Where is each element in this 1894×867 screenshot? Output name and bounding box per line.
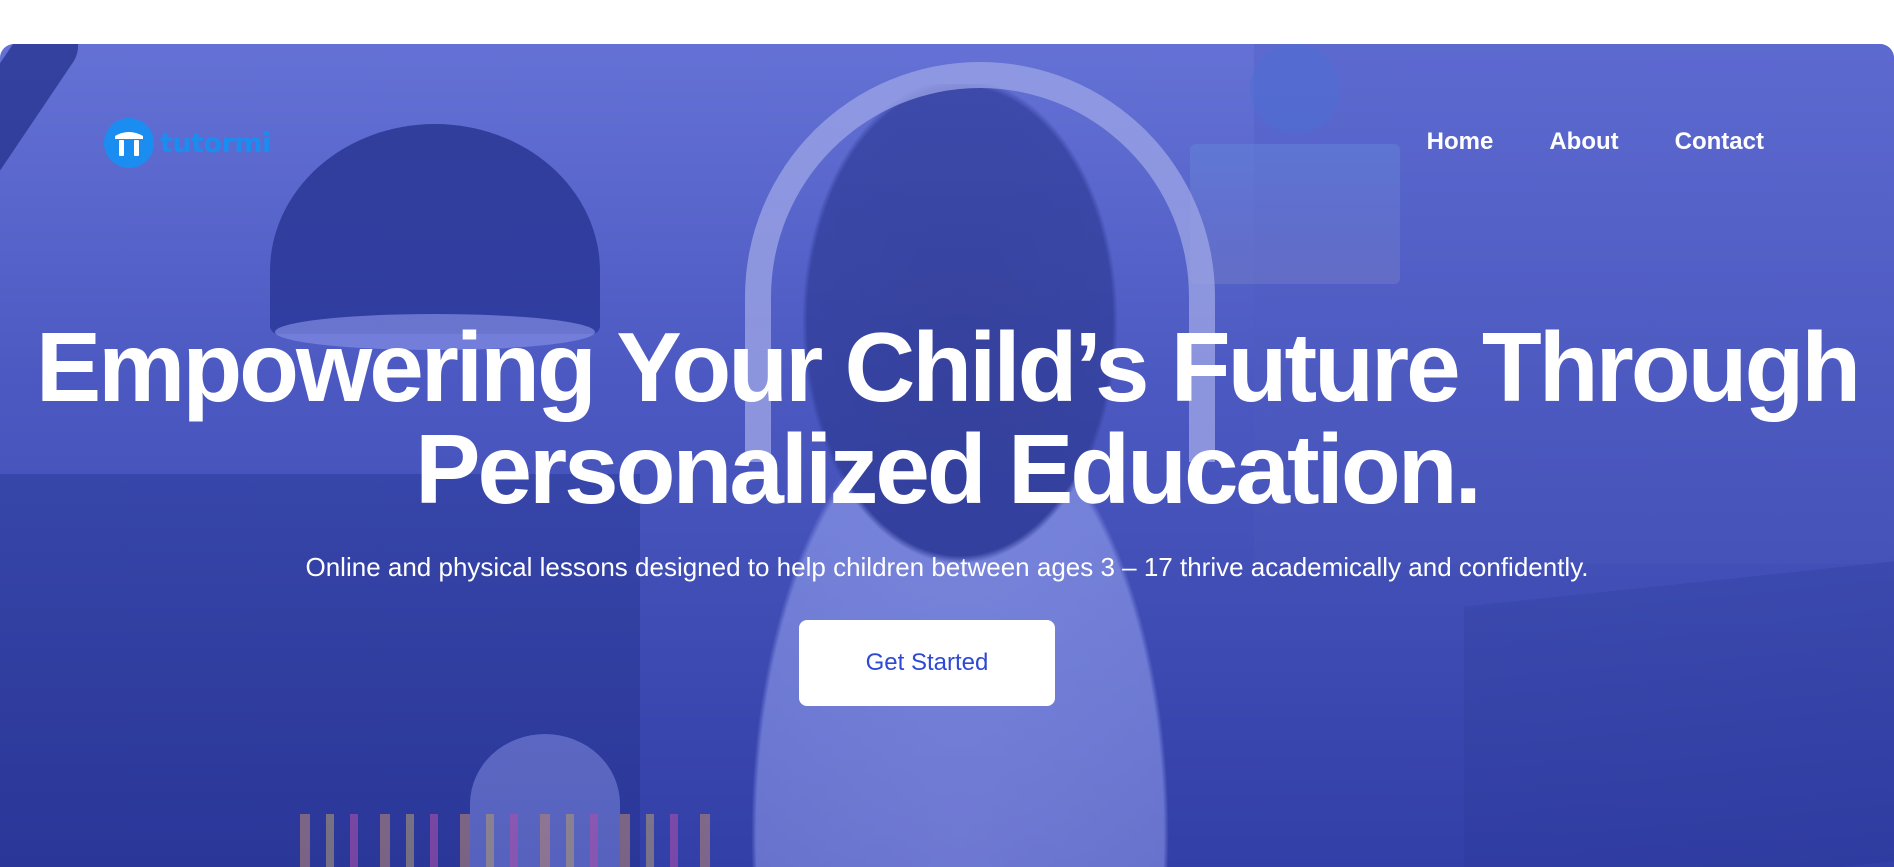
get-started-button[interactable]: Get Started	[799, 620, 1055, 706]
hero-headline: Empowering Your Child’s Future Through P…	[0, 316, 1894, 520]
headline-line-2-text: Personalized	[415, 414, 1008, 524]
nav-about-link[interactable]: About	[1549, 128, 1618, 156]
brand-logo-link[interactable]: tutormi	[104, 118, 271, 168]
headline-highlight-text: Education.	[1007, 414, 1482, 524]
tutormi-logo-icon	[104, 118, 154, 168]
hero-section: tutormi Home About Contact Empowering Yo…	[0, 44, 1894, 867]
main-navigation: tutormi Home About Contact	[0, 44, 1894, 168]
nav-links: Home About Contact	[1427, 128, 1764, 156]
nav-home-link[interactable]: Home	[1427, 128, 1494, 156]
headline-line-1: Empowering Your Child’s Future Through	[35, 312, 1861, 422]
headline-line-2: Personalized Education.	[0, 418, 1894, 520]
hero-subtitle: Online and physical lessons designed to …	[305, 552, 1589, 582]
headline-highlight: Education.	[999, 418, 1483, 520]
brand-name: tutormi	[160, 127, 271, 159]
nav-contact-link[interactable]: Contact	[1675, 128, 1764, 156]
